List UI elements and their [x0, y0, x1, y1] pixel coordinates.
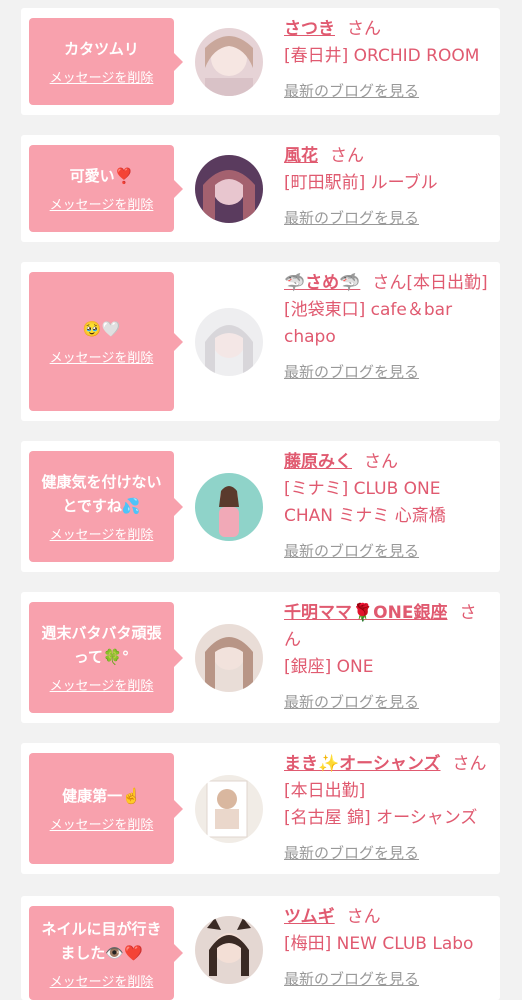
girl-info: 藤原みく さん [ミナミ] CLUB ONE CHAN ミナミ 心斎橋 最新のブロ… [284, 449, 492, 565]
latest-blog-link[interactable]: 最新のブログを見る [284, 689, 492, 716]
message-bubble: 週末バタバタ頑張って🍀° メッセージを削除 [29, 602, 183, 713]
latest-blog-link[interactable]: 最新のブログを見る [284, 840, 492, 867]
girl-info: ツムギ さん [梅田] NEW CLUB Labo 最新のブログを見る [284, 904, 492, 993]
message-card: 健康気を付けないとですね💦 メッセージを削除 藤原みく さん [ミナミ] CLUB… [21, 441, 500, 572]
latest-blog-link[interactable]: 最新のブログを見る [284, 359, 492, 386]
message-bubble: カタツムリ メッセージを削除 [29, 18, 183, 105]
avatar[interactable] [195, 473, 263, 541]
message-text: 🥹🤍 [82, 320, 121, 338]
message-text: カタツムリ [64, 40, 139, 58]
avatar[interactable] [195, 916, 263, 984]
message-text: 可愛い❣️ [69, 167, 134, 185]
name-suffix: さん [364, 452, 398, 472]
message-bubble: 可愛い❣️ メッセージを削除 [29, 145, 183, 232]
delete-message-link[interactable]: メッセージを削除 [50, 194, 154, 213]
latest-blog-link[interactable]: 最新のブログを見る [284, 538, 492, 565]
avatar-image [195, 473, 263, 541]
avatar[interactable] [195, 775, 263, 843]
avatar[interactable] [195, 624, 263, 692]
message-card: ネイルに目が行きました👁️❤️ メッセージを削除 ツムギ さん [梅田] NEW … [21, 896, 500, 1000]
delete-message-link[interactable]: メッセージを削除 [50, 675, 154, 694]
message-text: 健康気を付けないとですね💦 [41, 473, 162, 515]
avatar[interactable] [195, 28, 263, 96]
latest-blog-link[interactable]: 最新のブログを見る [284, 966, 492, 993]
avatar-image [195, 916, 263, 984]
message-bubble: ネイルに目が行きました👁️❤️ メッセージを削除 [29, 906, 183, 1000]
avatar-image [195, 624, 263, 692]
message-card: カタツムリ メッセージを削除 さつき さん [春日井] ORCHID ROOM 最… [21, 8, 500, 115]
avatar-image [195, 155, 263, 223]
girl-info: 🦈さめ🦈 さん[本日出勤] [池袋東口] cafe＆bar chapo 最新のブロ… [284, 270, 492, 386]
avatar[interactable] [195, 308, 263, 376]
girl-name-link[interactable]: さつき [284, 19, 335, 39]
message-card: 可愛い❣️ メッセージを削除 風花 さん [町田駅前] ルーブル 最新のブログを見… [21, 135, 500, 242]
shop-name: [梅田] NEW CLUB Labo [284, 934, 474, 954]
message-bubble: 健康第一☝️ メッセージを削除 [29, 753, 183, 864]
latest-blog-link[interactable]: 最新のブログを見る [284, 205, 492, 232]
delete-message-link[interactable]: メッセージを削除 [50, 814, 154, 833]
shop-name: [ミナミ] CLUB ONE CHAN ミナミ 心斎橋 [284, 479, 446, 526]
girl-name-link[interactable]: 藤原みく [284, 452, 352, 472]
shop-name: [銀座] ONE [284, 657, 374, 677]
name-suffix: さん [347, 19, 381, 39]
girl-name-link[interactable]: まき✨オーシャンズ [284, 754, 441, 774]
girl-name-link[interactable]: 風花 [284, 146, 318, 166]
avatar[interactable] [195, 155, 263, 223]
girl-info: 風花 さん [町田駅前] ルーブル 最新のブログを見る [284, 143, 492, 232]
message-bubble: 健康気を付けないとですね💦 メッセージを削除 [29, 451, 183, 562]
girl-name-link[interactable]: 千明ママ🌹ONE銀座 [284, 603, 447, 623]
shop-name: [春日井] ORCHID ROOM [284, 46, 480, 66]
girl-info: さつき さん [春日井] ORCHID ROOM 最新のブログを見る [284, 16, 492, 105]
shop-name: [町田駅前] ルーブル [284, 173, 438, 193]
message-text: ネイルに目が行きました👁️❤️ [41, 919, 162, 962]
shop-name: [名古屋 錦] オーシャンズ [284, 808, 478, 828]
girl-info: 千明ママ🌹ONE銀座 さん [銀座] ONE 最新のブログを見る [284, 600, 492, 716]
delete-message-link[interactable]: メッセージを削除 [50, 67, 154, 86]
avatar-image [195, 308, 263, 376]
girl-info: まき✨オーシャンズ さん[本日出勤] [名古屋 錦] オーシャンズ 最新のブログを… [284, 751, 492, 867]
delete-message-link[interactable]: メッセージを削除 [50, 971, 154, 990]
message-card: 🥹🤍 メッセージを削除 🦈さめ🦈 さん[本日出勤] [池袋東口] cafe＆bar… [21, 262, 500, 421]
girl-name-link[interactable]: ツムギ [284, 907, 335, 927]
avatar-image [195, 775, 263, 843]
avatar-image [195, 28, 263, 96]
shop-name: [池袋東口] cafe＆bar chapo [284, 300, 453, 347]
girl-name-link[interactable]: 🦈さめ🦈 [284, 273, 360, 293]
message-text: 週末バタバタ頑張って🍀° [41, 624, 162, 666]
name-suffix: さん [346, 907, 381, 927]
name-suffix: さん[本日出勤] [372, 273, 488, 293]
message-text: 健康第一☝️ [62, 787, 141, 805]
message-card: 週末バタバタ頑張って🍀° メッセージを削除 千明ママ🌹ONE銀座 さん [銀座] … [21, 592, 500, 723]
delete-message-link[interactable]: メッセージを削除 [50, 524, 154, 543]
message-card: 健康第一☝️ メッセージを削除 まき✨オーシャンズ さん[本日出勤] [名古屋 錦… [21, 743, 500, 874]
message-bubble: 🥹🤍 メッセージを削除 [29, 272, 183, 411]
latest-blog-link[interactable]: 最新のブログを見る [284, 78, 492, 105]
delete-message-link[interactable]: メッセージを削除 [50, 347, 154, 366]
name-suffix: さん [330, 146, 364, 166]
